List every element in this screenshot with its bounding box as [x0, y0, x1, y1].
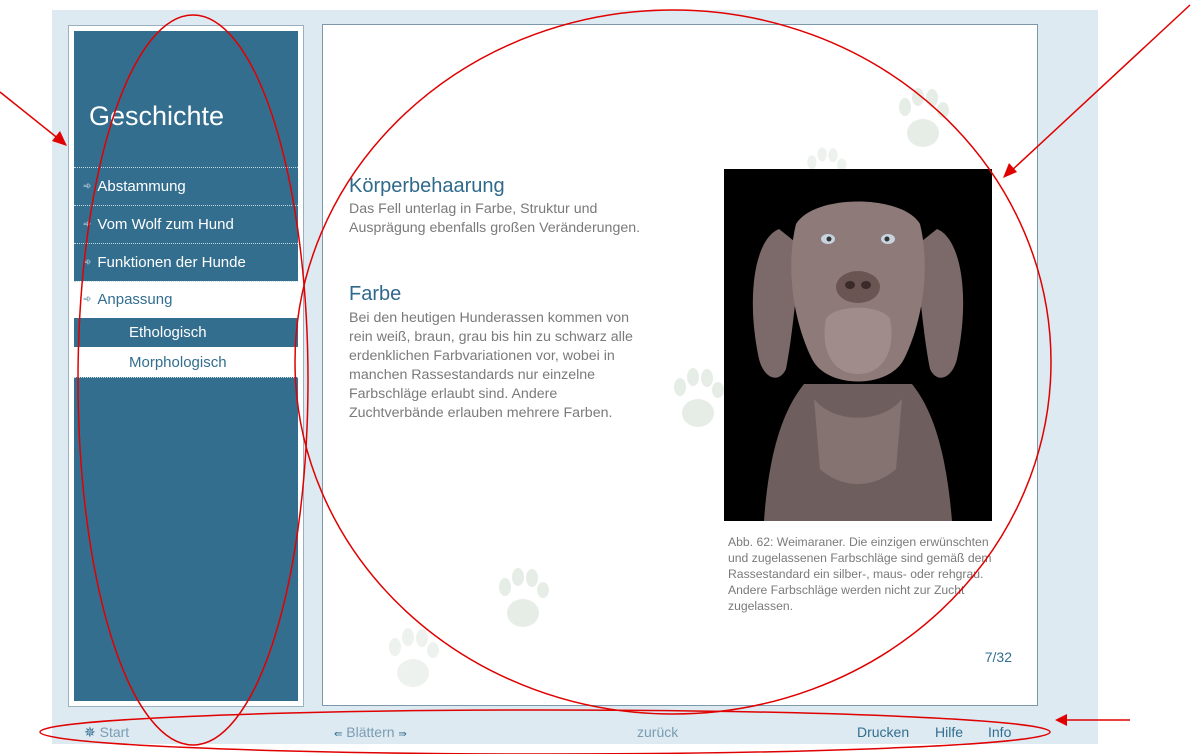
sidebar-item-label: Abstammung	[97, 178, 186, 195]
drucken-link[interactable]: Drucken	[857, 724, 909, 740]
section-text-farbe: Bei den heutigen Hunderassen kommen von …	[349, 310, 633, 421]
info-link[interactable]: Info	[988, 724, 1011, 740]
paw-print-icon	[389, 628, 439, 687]
sidebar-item-funktionen-der-hunde[interactable]: ➾ Funktionen der Hunde	[74, 243, 298, 281]
section-text-koerperbehaarung: Das Fell unterlag in Farbe, Struktur und…	[349, 201, 641, 236]
hilfe-link[interactable]: Hilfe	[935, 724, 963, 740]
sidebar-item-vom-wolf-zum-hund[interactable]: ➾ Vom Wolf zum Hund	[74, 205, 298, 243]
page-number: 7/32	[984, 649, 1012, 665]
sidebar-nav: ➾ Abstammung ➾ Vom Wolf zum Hund ➾ Funkt…	[74, 167, 298, 378]
arrow-right-icon[interactable]: ⇛	[398, 729, 406, 740]
sidebar-item-abstammung[interactable]: ➾ Abstammung	[74, 167, 298, 205]
blaettern-control: ⇚ Blättern ⇛	[334, 724, 407, 740]
start-button[interactable]: ✵ Start	[84, 724, 129, 741]
content-panel: Körperbehaarung Das Fell unterlag in Far…	[322, 24, 1038, 706]
home-icon: ✵	[84, 724, 96, 740]
footer-bar: ✵ Start ⇚ Blättern ⇛ zurück Drucken Hilf…	[52, 712, 1098, 744]
sidebar-subitem-ethologisch[interactable]: Ethologisch	[74, 317, 298, 347]
double-arrow-icon: ➾	[83, 219, 92, 230]
photo-caption: Abb. 62: Weimaraner. Die einzigen erwüns…	[728, 535, 992, 613]
sidebar-title: Geschichte	[89, 101, 225, 131]
dog-photo	[724, 169, 992, 521]
double-arrow-icon: ➾	[83, 181, 92, 192]
sidebar-divider	[74, 377, 298, 378]
sidebar: Geschichte ➾ Abstammung ➾ Vom Wolf zum H…	[74, 31, 298, 701]
paw-print-icon	[899, 88, 949, 147]
arrow-left-icon[interactable]: ⇚	[334, 729, 342, 740]
start-label: Start	[99, 724, 130, 740]
zurueck-link[interactable]: zurück	[637, 724, 678, 740]
sidebar-item-label: Funktionen der Hunde	[97, 254, 246, 271]
sidebar-panel: Geschichte ➾ Abstammung ➾ Vom Wolf zum H…	[68, 25, 304, 707]
double-arrow-icon: ➾	[83, 294, 92, 305]
sidebar-subitem-morphologisch[interactable]: Morphologisch	[74, 347, 298, 377]
blaettern-label: Blättern	[346, 724, 395, 740]
double-arrow-icon: ➾	[83, 257, 92, 268]
section-heading-koerperbehaarung: Körperbehaarung	[349, 175, 505, 197]
section-heading-farbe: Farbe	[349, 283, 402, 305]
paw-print-icon	[499, 568, 549, 627]
weimaraner-image	[724, 169, 992, 521]
sidebar-item-label: Anpassung	[97, 291, 173, 308]
sidebar-item-anpassung[interactable]: ➾ Anpassung	[74, 281, 298, 317]
annotation-arrow-line	[0, 91, 61, 141]
sidebar-item-label: Vom Wolf zum Hund	[97, 216, 234, 233]
paw-print-icon	[674, 368, 724, 427]
